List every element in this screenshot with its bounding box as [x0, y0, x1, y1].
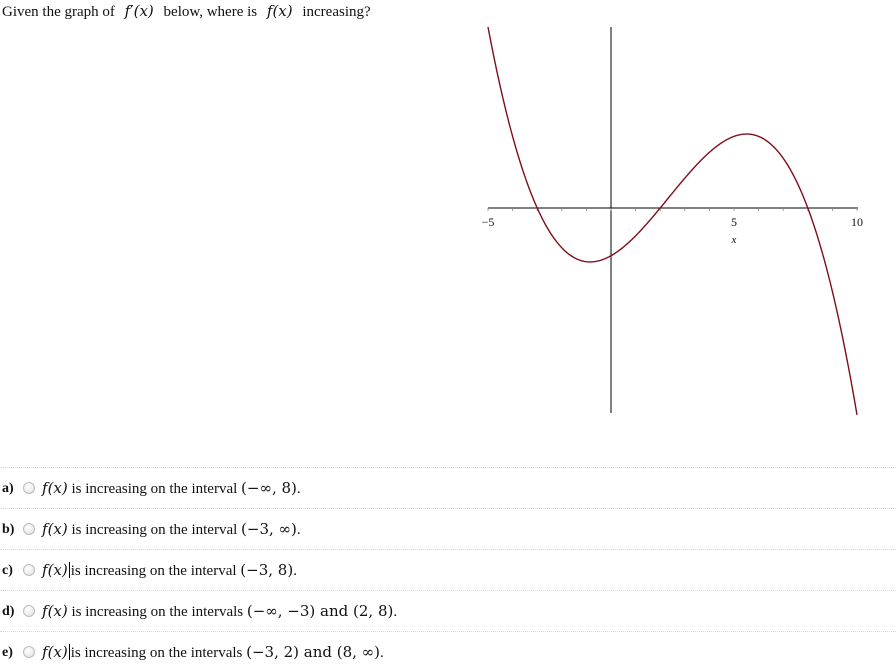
option-period: . [393, 604, 398, 620]
radio-button[interactable] [23, 564, 35, 576]
option-description: is increasing on the intervals [71, 604, 244, 620]
option-description: is increasing on the interval [71, 522, 238, 538]
option-period: . [296, 522, 301, 538]
option-period: . [296, 481, 301, 497]
x-tick-label: 10 [851, 215, 863, 229]
option-function: f(x) [42, 520, 68, 538]
option-function: f(x) [42, 643, 68, 661]
option-description: is increasing on the interval [71, 481, 238, 497]
option-letter: e) [2, 645, 13, 660]
option-letter: a) [2, 481, 14, 496]
option-period: . [293, 563, 297, 579]
text-caret [68, 562, 70, 578]
answer-option[interactable]: c) f(x) is increasing on the interval (−3,… [0, 549, 896, 590]
option-description: is increasing on the interval [70, 563, 237, 579]
x-tick-labels: −5 5 10 [482, 215, 863, 229]
radio-button[interactable] [23, 523, 35, 535]
option-period: . [380, 645, 384, 661]
math-arg: (x) [47, 643, 68, 661]
answer-option[interactable]: d) f(x) is increasing on the intervals (−… [0, 590, 896, 631]
answer-options: a) f(x) is increasing on the interval (−∞… [0, 467, 896, 672]
answer-option[interactable]: e) f(x) is increasing on the intervals (−3… [0, 631, 896, 672]
option-text[interactable]: f(x) is increasing on the interval (−∞, … [42, 479, 301, 498]
option-text[interactable]: f(x) is increasing on the intervals (−∞,… [42, 602, 397, 621]
option-interval: (−3, 8) [240, 561, 294, 579]
math-arg: (x) [47, 520, 68, 538]
x-tick-label: −5 [482, 215, 495, 229]
answer-option[interactable]: a) f(x) is increasing on the interval (−∞… [0, 467, 896, 508]
option-function: f(x) [42, 561, 68, 579]
option-text[interactable]: f(x) is increasing on the intervals (−3, … [42, 643, 384, 662]
option-interval: (−∞, 8) [241, 479, 297, 497]
x-tick-label: 5 [731, 215, 737, 229]
math-arg: (x) [47, 602, 68, 620]
text-caret [68, 644, 70, 660]
x-axis-label: x [731, 234, 737, 246]
option-letter: b) [2, 522, 15, 537]
option-interval: (−∞, −3) and (2, 8) [246, 602, 394, 620]
radio-button[interactable] [23, 605, 35, 617]
radio-button[interactable] [23, 482, 35, 494]
math-arg: (x) [47, 561, 68, 579]
math-arg: (x) [47, 479, 68, 497]
radio-button[interactable] [23, 646, 35, 658]
option-letter: d) [2, 604, 15, 619]
option-interval: (−3, ∞) [241, 520, 297, 538]
option-text[interactable]: f(x) is increasing on the interval (−3, 8… [42, 561, 297, 580]
option-description: is increasing on the intervals [70, 645, 243, 661]
option-letter: c) [2, 563, 13, 578]
option-function: f(x) [42, 479, 68, 497]
derivative-graph: −5 5 10 x [482, 26, 863, 415]
option-function: f(x) [42, 602, 68, 620]
option-interval: (−3, 2) and (8, ∞) [246, 643, 381, 661]
derivative-curve [487, 26, 858, 415]
option-text[interactable]: f(x) is increasing on the interval (−3, … [42, 520, 301, 539]
answer-option[interactable]: b) f(x) is increasing on the interval (−3… [0, 508, 896, 549]
